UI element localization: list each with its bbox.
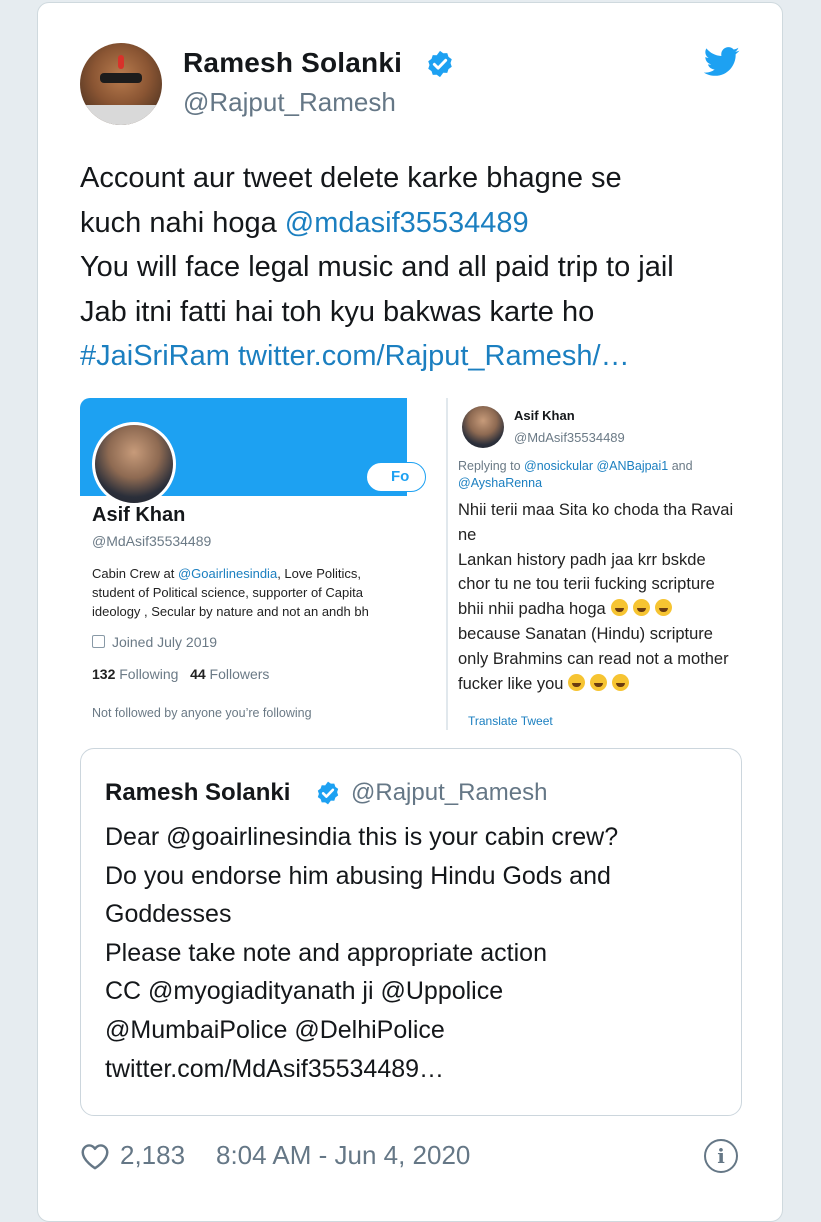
verified-badge-icon xyxy=(317,781,339,805)
profile-screenshot: Fo Asif Khan @MdAsif35534489 Cabin Crew … xyxy=(80,398,426,730)
replying-joiner: and xyxy=(671,459,693,473)
heart-icon[interactable] xyxy=(80,1143,110,1170)
reply-text: Nhii terii maa Sita ko choda tha Ravai n… xyxy=(458,498,798,696)
verified-badge-icon xyxy=(428,50,452,78)
quoted-line: Goddesses xyxy=(105,900,232,929)
info-icon[interactable]: i xyxy=(704,1139,738,1173)
twitter-bird-icon[interactable] xyxy=(704,47,740,77)
laughing-face-emoji-icon xyxy=(612,673,630,691)
like-count[interactable]: 2,183 xyxy=(120,1140,185,1171)
author-handle[interactable]: @Rajput_Ramesh xyxy=(183,87,396,118)
quoted-line: CC @myogiadityanath ji @Uppolice xyxy=(105,977,504,1006)
laughing-face-emoji-icon xyxy=(590,673,608,691)
bio-line: ideology , Secular by nature and not an … xyxy=(92,604,369,619)
follow-button: Fo xyxy=(366,462,426,492)
tweet-body: Account aur tweet delete karke bhagne se… xyxy=(80,156,760,379)
laughing-face-emoji-icon xyxy=(654,599,672,617)
following-count: 132 xyxy=(92,666,116,682)
reply-line: chor tu ne tou terii fucking scripture xyxy=(458,575,715,594)
profile-handle: @MdAsif35534489 xyxy=(92,533,212,549)
quoted-line: @MumbaiPolice @DelhiPolice xyxy=(105,1015,445,1044)
reply-line: Lankan history padh jaa krr bskde xyxy=(458,550,706,569)
reply-line-text: fucker like you xyxy=(458,674,564,693)
quoted-line: Please take note and appropriate action xyxy=(105,938,547,967)
profile-name: Asif Khan xyxy=(92,504,186,526)
tweet-text: You will face legal music and all paid t… xyxy=(80,251,674,284)
quoted-author-name[interactable]: Ramesh Solanki xyxy=(105,779,290,807)
author-avatar[interactable] xyxy=(80,43,162,125)
replying-to: Replying to @nosickular @ANBajpai1 and @A… xyxy=(458,458,758,492)
profile-bio: Cabin Crew at @Goairlinesindia, Love Pol… xyxy=(92,564,422,621)
tweet-line: kuch nahi hoga @mdasif35534489 xyxy=(80,201,760,246)
bio-line: student of Political science, supporter … xyxy=(92,585,363,600)
reply-name: Asif Khan xyxy=(514,408,575,423)
quoted-line: twitter.com/MdAsif35534489… xyxy=(105,1054,445,1083)
bio-text: Cabin Crew at xyxy=(92,566,178,581)
reply-handle: @MdAsif35534489 xyxy=(514,430,625,445)
bio-text: , Love Politics, xyxy=(277,566,362,581)
followers-label: Followers xyxy=(209,666,270,682)
avatar-glasses xyxy=(100,73,142,83)
tweet-line: You will face legal music and all paid t… xyxy=(80,245,760,290)
reply-mention: @AyshaRenna xyxy=(458,476,543,490)
reply-mention: @nosickular xyxy=(524,459,593,473)
tweet-card: Ramesh Solanki @Rajput_Ramesh Account au… xyxy=(37,2,783,1222)
quoted-author-handle[interactable]: @Rajput_Ramesh xyxy=(351,779,547,807)
laughing-face-emoji-icon xyxy=(632,599,650,617)
mention-link[interactable]: @mdasif35534489 xyxy=(285,207,529,239)
hashtag-link[interactable]: #JaiSriRam xyxy=(80,340,230,372)
author-name[interactable]: Ramesh Solanki xyxy=(183,47,402,79)
bio-mention: @Goairlinesindia xyxy=(177,566,278,581)
quoted-text: Dear @goairlinesindia this is your cabin… xyxy=(105,818,725,1088)
reply-line: fucker like you xyxy=(458,672,798,697)
reply-line: only Brahmins can read not a mother xyxy=(458,649,729,668)
tweet-text: kuch nahi hoga xyxy=(80,206,285,239)
translate-tweet-link: Translate Tweet xyxy=(468,714,553,728)
laughing-face-emoji-icon xyxy=(568,673,586,691)
calendar-icon xyxy=(92,635,105,648)
profile-joined: Joined July 2019 xyxy=(92,634,217,650)
followers-count: 44 xyxy=(190,666,206,682)
following-label: Following xyxy=(119,666,179,682)
tweet-line: Account aur tweet delete karke bhagne se xyxy=(80,156,760,201)
tweet-text: Jab itni fatti hai toh kyu bakwas karte … xyxy=(80,295,595,328)
reply-line: bhii nhii padha hoga xyxy=(458,597,798,622)
reply-line-text: bhii nhii padha hoga xyxy=(458,600,606,619)
reply-mention: @ANBajpai1 xyxy=(596,459,669,473)
tweet-media-image[interactable]: Fo Asif Khan @MdAsif35534489 Cabin Crew … xyxy=(80,398,750,730)
quoted-line: Do you endorse him abusing Hindu Gods an… xyxy=(105,861,611,890)
quoted-tweet[interactable]: Ramesh Solanki @Rajput_Ramesh Dear @goai… xyxy=(80,748,742,1116)
avatar-shirt xyxy=(80,105,162,125)
avatar-tilak xyxy=(118,55,124,69)
media-divider xyxy=(446,398,448,730)
replying-prefix: Replying to xyxy=(458,459,521,473)
reply-screenshot: Asif Khan @MdAsif35534489 Replying to @n… xyxy=(452,398,752,730)
tweet-timestamp[interactable]: 8:04 AM - Jun 4, 2020 xyxy=(216,1140,470,1171)
laughing-face-emoji-icon xyxy=(610,599,628,617)
reply-avatar xyxy=(462,406,504,448)
bio-line: Cabin Crew at @Goairlinesindia, Love Pol… xyxy=(92,564,422,583)
tweet-line: Jab itni fatti hai toh kyu bakwas karte … xyxy=(80,290,760,335)
profile-not-followed: Not followed by anyone you’re following xyxy=(92,706,312,720)
quoted-line: Dear @goairlinesindia this is your cabin… xyxy=(105,823,619,851)
tweet-line: #JaiSriRam twitter.com/Rajput_Ramesh/… xyxy=(80,334,760,379)
joined-text: Joined July 2019 xyxy=(112,634,218,650)
reply-line: ne xyxy=(458,525,477,544)
reply-line: Nhii terii maa Sita ko choda tha Ravai xyxy=(458,501,734,519)
reply-line: because Sanatan (Hindu) scripture xyxy=(458,624,713,643)
tweet-text: Account aur tweet delete karke bhagne se xyxy=(80,162,622,194)
profile-avatar xyxy=(92,422,176,506)
url-link[interactable]: twitter.com/Rajput_Ramesh/… xyxy=(238,340,630,372)
profile-follow-stats: 132 Following 44 Followers xyxy=(92,666,269,682)
